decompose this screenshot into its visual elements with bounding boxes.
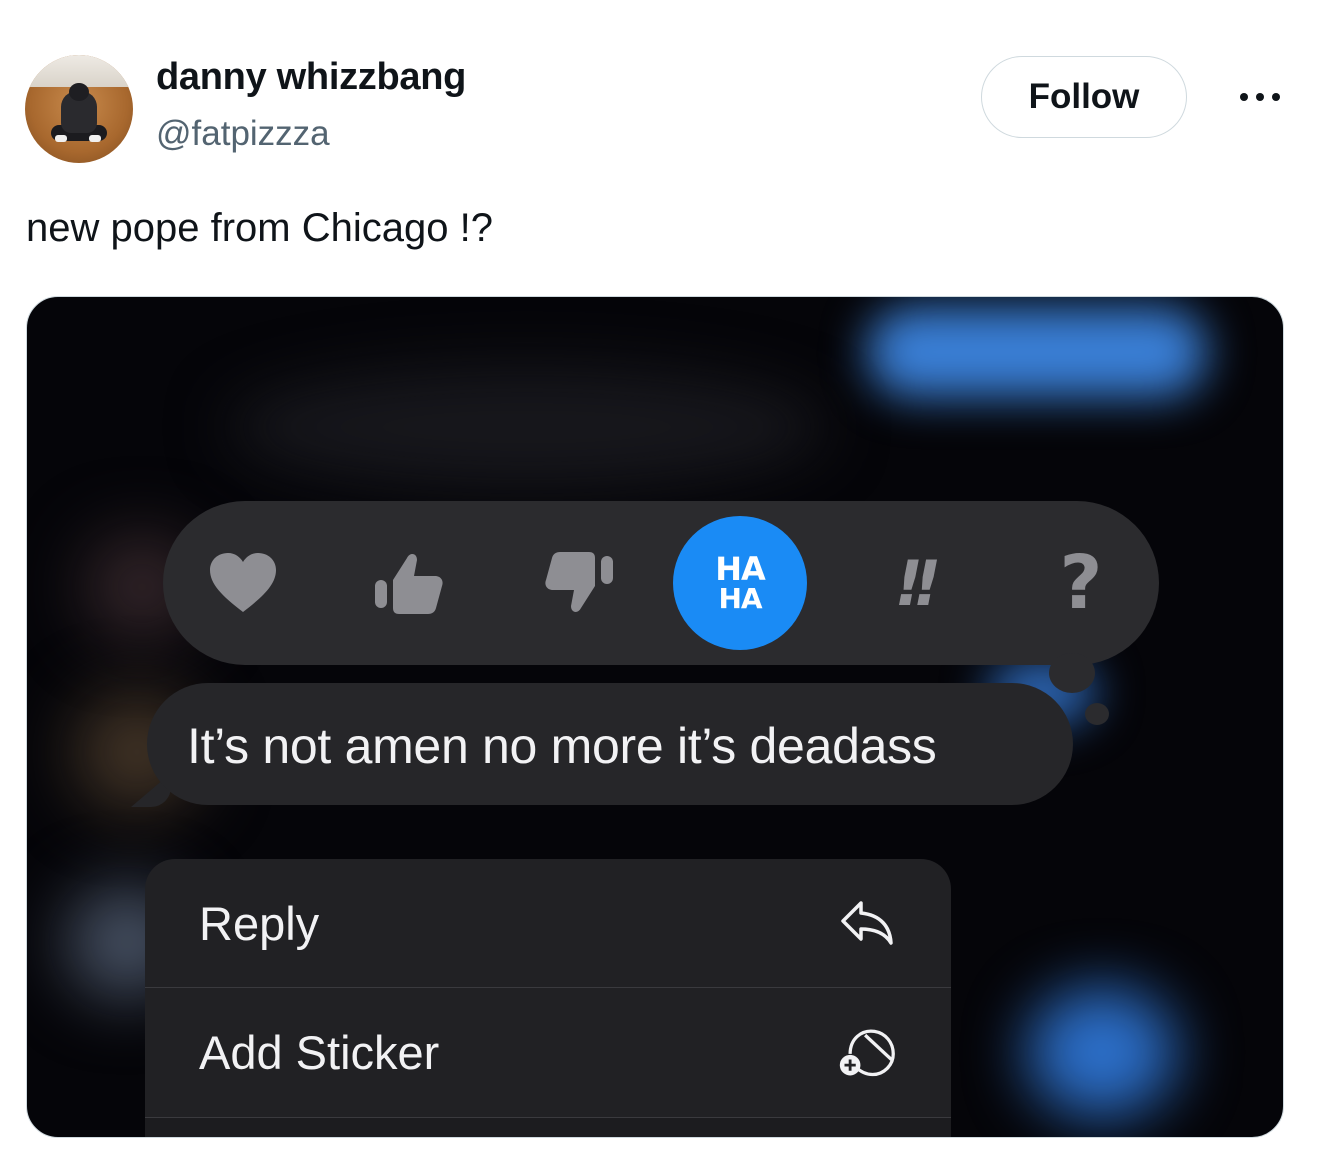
menu-item-add-sticker[interactable]: Add Sticker bbox=[145, 987, 951, 1116]
menu-item-label: Reply bbox=[199, 896, 320, 950]
question-icon: ? bbox=[1059, 540, 1103, 626]
avatar-figure-head bbox=[69, 83, 89, 101]
more-options-icon[interactable] bbox=[1236, 80, 1284, 114]
reaction-thumbs-up[interactable] bbox=[359, 533, 459, 633]
follow-button[interactable]: Follow bbox=[981, 56, 1187, 138]
haha-icon: HA HA bbox=[673, 516, 807, 650]
reaction-thumbs-down[interactable] bbox=[529, 533, 629, 633]
message-context-menu: Reply Add Sticker bbox=[145, 859, 951, 1137]
reaction-emphasize[interactable]: !! bbox=[863, 533, 963, 633]
background-blur bbox=[867, 307, 1207, 397]
thumbs-down-icon bbox=[545, 552, 613, 612]
background-blur bbox=[227, 367, 827, 487]
haha-line-2: HA bbox=[718, 582, 762, 615]
exclamation-icon: !! bbox=[894, 546, 941, 620]
background-blur bbox=[1027, 987, 1177, 1117]
tweet-text: new pope from Chicago !? bbox=[26, 206, 493, 250]
menu-item-label: Add Sticker bbox=[199, 1025, 440, 1079]
reaction-bar-tail bbox=[1049, 653, 1095, 693]
reaction-haha[interactable]: HA HA bbox=[673, 516, 807, 650]
message-text: It’s not amen no more it’s deadass bbox=[187, 718, 937, 774]
reaction-heart[interactable] bbox=[193, 533, 293, 633]
reaction-bar-tail-dot bbox=[1085, 703, 1109, 725]
reaction-question[interactable]: ? bbox=[1031, 533, 1131, 633]
thumbs-up-icon bbox=[375, 554, 443, 614]
add-sticker-icon bbox=[837, 1022, 897, 1082]
tweet-media-image[interactable]: HA HA !! ? It’s not amen no more it’s de… bbox=[26, 296, 1284, 1138]
menu-item-reply[interactable]: Reply bbox=[145, 859, 951, 987]
author-display-name[interactable]: danny whizzbang bbox=[156, 56, 466, 99]
heart-icon bbox=[210, 553, 276, 612]
tapback-reaction-bar: HA HA !! ? bbox=[163, 501, 1159, 665]
author-avatar[interactable] bbox=[25, 55, 133, 163]
author-handle[interactable]: @fatpizzza bbox=[156, 114, 330, 154]
reply-icon bbox=[837, 893, 897, 953]
avatar-shoe-left bbox=[55, 135, 67, 142]
more-horizontal-icon bbox=[1240, 93, 1280, 101]
avatar-shoe-right bbox=[89, 135, 101, 142]
menu-next-item-partial bbox=[145, 1117, 951, 1137]
haha-line-1: HA bbox=[715, 550, 766, 588]
